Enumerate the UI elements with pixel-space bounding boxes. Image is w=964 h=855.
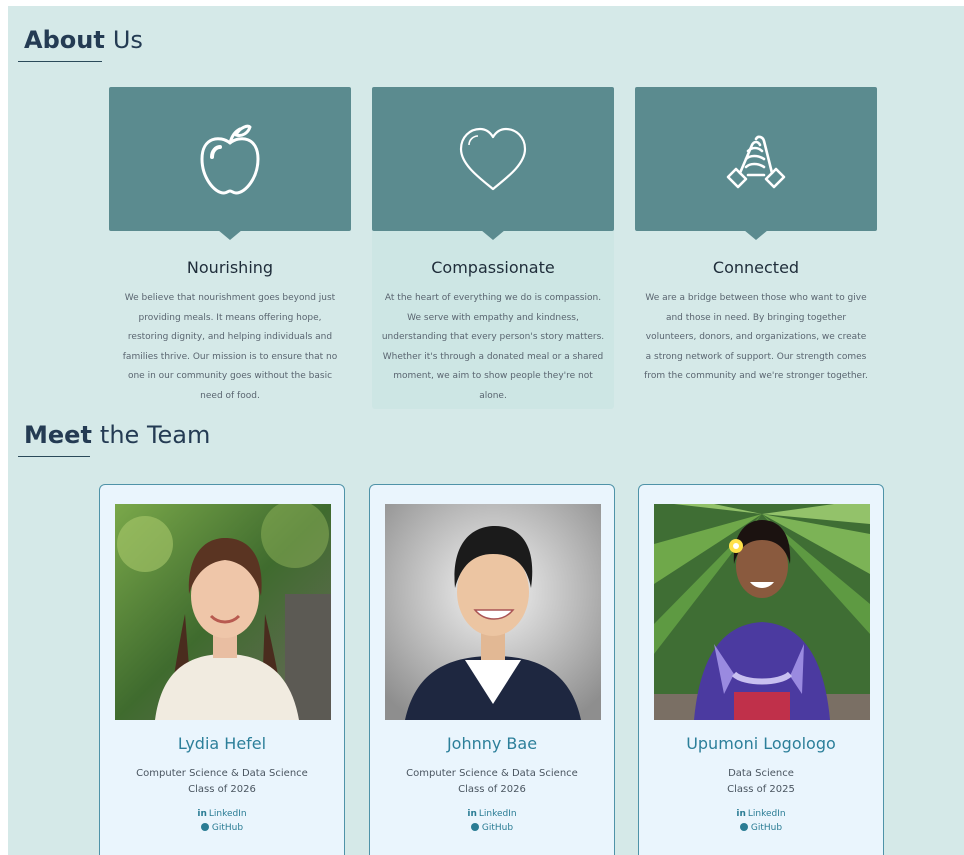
- member-name: Upumoni Logologo: [686, 734, 836, 753]
- linkedin-label: LinkedIn: [747, 809, 786, 819]
- value-description: We believe that nourishment goes beyond …: [122, 293, 338, 401]
- linkedin-icon: in: [197, 809, 207, 819]
- value-title: Nourishing: [186, 258, 274, 277]
- member-photo: [115, 504, 331, 720]
- value-card-nourishing: Nourishing We believe that nourishment g…: [109, 87, 351, 409]
- team-section-title: Meet the Team: [18, 421, 211, 457]
- github-icon: [200, 823, 209, 831]
- github-link[interactable]: GitHub: [639, 823, 883, 833]
- linkedin-link[interactable]: in LinkedIn: [370, 809, 614, 819]
- team-member-card: Lydia Hefel Computer Science & Data Scie…: [99, 484, 345, 855]
- value-title: Compassionate: [431, 258, 555, 277]
- team-title-rest: the Team: [99, 421, 211, 449]
- value-description: At the heart of everything we do is comp…: [381, 293, 605, 401]
- value-card-compassionate: Compassionate At the heart of everything…: [372, 87, 614, 409]
- value-banner: [109, 87, 351, 240]
- member-photo: [654, 504, 870, 720]
- linkedin-icon: in: [467, 809, 477, 819]
- linkedin-label: LinkedIn: [478, 809, 517, 819]
- linkedin-label: LinkedIn: [208, 809, 247, 819]
- value-title: Connected: [712, 258, 800, 277]
- github-link[interactable]: GitHub: [100, 823, 344, 833]
- github-link[interactable]: GitHub: [370, 823, 614, 833]
- member-name: Lydia Hefel: [177, 734, 267, 753]
- value-description: We are a bridge between those who want t…: [644, 293, 868, 381]
- value-card-connected: Connected We are a bridge between those …: [635, 87, 877, 409]
- heart-icon: [459, 127, 527, 191]
- github-label: GitHub: [211, 823, 244, 833]
- team-member-card: Upumoni Logologo Data Science Class of 2…: [638, 484, 884, 855]
- about-title-rest: Us: [112, 26, 143, 54]
- member-class-year: Class of 2025: [727, 784, 795, 795]
- github-label: GitHub: [750, 823, 783, 833]
- member-major: Computer Science & Data Science: [136, 768, 308, 779]
- about-title-strong: About: [24, 26, 105, 54]
- member-name: Johnny Bae: [446, 734, 538, 753]
- team-title-strong: Meet: [24, 421, 92, 449]
- linkedin-icon: in: [736, 809, 746, 819]
- github-icon: [470, 823, 479, 831]
- member-major: Data Science: [728, 768, 794, 779]
- github-label: GitHub: [481, 823, 514, 833]
- linkedin-link[interactable]: in LinkedIn: [100, 809, 344, 819]
- handshake-icon: [726, 135, 786, 189]
- member-class-year: Class of 2026: [458, 784, 526, 795]
- github-icon: [739, 823, 748, 831]
- team-title-underline: [18, 456, 90, 457]
- page: About Us Nourishing We believe that nouri…: [8, 6, 964, 855]
- member-major: Computer Science & Data Science: [406, 768, 578, 779]
- about-section-title: About Us: [18, 26, 143, 62]
- value-banner: [635, 87, 877, 240]
- member-class-year: Class of 2026: [188, 784, 256, 795]
- value-banner: [372, 87, 614, 240]
- linkedin-link[interactable]: in LinkedIn: [639, 809, 883, 819]
- about-title-underline: [18, 61, 102, 62]
- apple-icon: [200, 124, 260, 195]
- member-photo: [385, 504, 601, 720]
- team-member-card: Johnny Bae Computer Science & Data Scien…: [369, 484, 615, 855]
